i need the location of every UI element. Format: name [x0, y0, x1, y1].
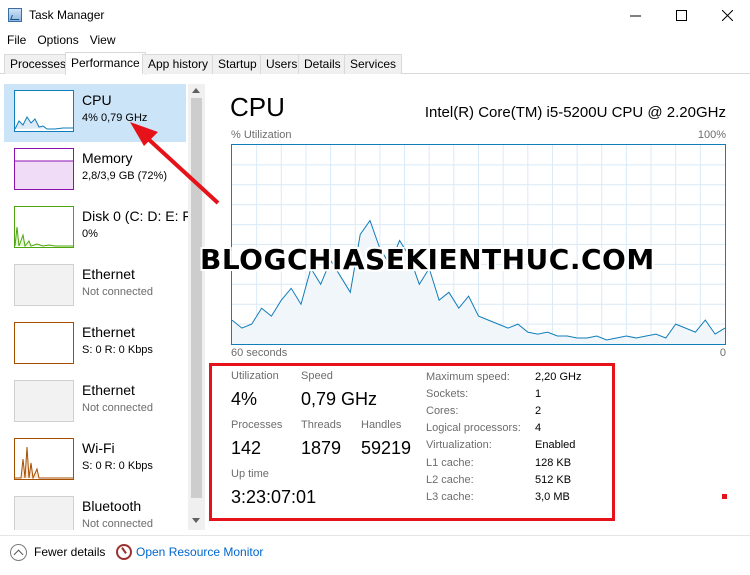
page-title: CPU	[230, 92, 285, 122]
bottom-bar: Fewer details Open Resource Monitor	[0, 535, 750, 575]
watermark: BLOGCHIASEKIENTHUC.COM	[200, 243, 655, 276]
highlight-dot	[722, 494, 727, 499]
cpu-model-name: Intel(R) Core(TM) i5-5200U CPU @ 2.20GHz	[424, 104, 726, 121]
graph-min-label: 0	[719, 347, 726, 359]
utilization-axis-label: % Utilization	[231, 129, 292, 141]
utilization-max-label: 100%	[697, 129, 726, 141]
fewer-details-button[interactable]: Fewer details	[34, 545, 105, 559]
chevron-up-icon[interactable]	[10, 544, 27, 561]
time-axis-label: 60 seconds	[231, 347, 288, 359]
resource-monitor-icon[interactable]	[116, 544, 132, 560]
open-resource-monitor-link[interactable]: Open Resource Monitor	[136, 545, 263, 559]
highlight-box	[209, 363, 615, 521]
